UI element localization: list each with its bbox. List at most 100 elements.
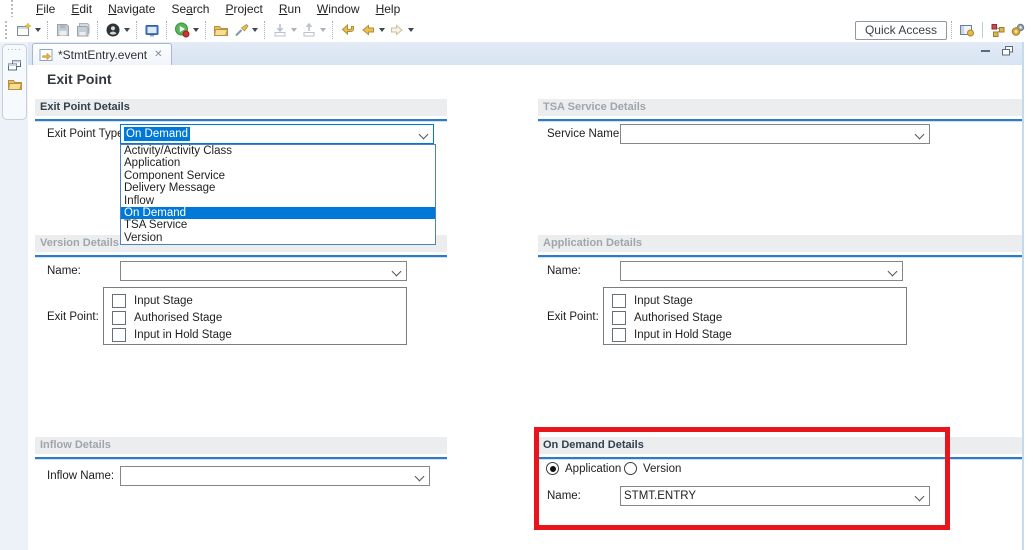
forward-button[interactable] — [387, 19, 416, 41]
menu-project[interactable]: Project — [225, 2, 262, 16]
name-label: Name: — [547, 265, 581, 277]
left-view-rail: ···· — [0, 42, 29, 550]
input-stage-checkbox[interactable] — [112, 294, 126, 308]
input-in-hold-stage-checkbox[interactable] — [112, 328, 126, 342]
dropdown-option-selected[interactable]: On Demand — [121, 207, 435, 219]
open-perspective-button[interactable] — [957, 19, 977, 41]
section-exit-point-details: Exit Point Details Exit Point Type: On D… — [35, 99, 447, 122]
maximize-icon[interactable] — [1002, 46, 1014, 56]
menu-help[interactable]: Help — [376, 2, 401, 16]
exit-point-type-dropdown-list: Activity/Activity Class Application Comp… — [120, 144, 436, 245]
import-icon — [272, 22, 288, 38]
authorised-stage-checkbox[interactable] — [612, 311, 626, 325]
section-separator — [538, 119, 1022, 122]
version-radio[interactable] — [624, 462, 637, 475]
exit-point-label: Exit Point: — [547, 311, 599, 323]
save-button[interactable] — [53, 19, 73, 41]
menu-file[interactable]: File — [36, 2, 55, 16]
section-header: On Demand Details — [538, 437, 1022, 454]
import-button[interactable] — [270, 19, 299, 41]
input-in-hold-stage-checkbox[interactable] — [612, 328, 626, 342]
user-button[interactable] — [103, 19, 132, 41]
chevron-down-icon — [320, 28, 326, 32]
save-all-button[interactable] — [73, 19, 93, 41]
tab-stmtentry-event[interactable]: *StmtEntry.event ✕ — [32, 43, 172, 66]
back-button[interactable] — [358, 19, 387, 41]
chevron-down-icon — [915, 130, 925, 140]
application-exit-point-group: Input Stage Authorised Stage Input in Ho… — [603, 287, 907, 345]
toolbar-drag-handle — [11, 0, 17, 18]
dropdown-option[interactable]: Activity/Activity Class — [121, 145, 435, 157]
eclipse-window: File Edit Navigate Search Project Run Wi… — [0, 0, 1033, 550]
minimized-view-bar: ···· — [2, 44, 27, 120]
chevron-down-icon — [35, 28, 41, 32]
run-icon — [174, 22, 190, 38]
version-name-combo[interactable] — [120, 261, 407, 281]
editor-tab-strip: *StmtEntry.event ✕ — [28, 42, 1024, 65]
chevron-down-icon — [291, 28, 297, 32]
close-icon[interactable]: ✕ — [152, 49, 164, 61]
application-radio[interactable] — [546, 462, 559, 475]
rail-drag-handle[interactable]: ···· — [7, 47, 22, 53]
inflow-name-label: Inflow Name: — [47, 470, 114, 482]
menu-window[interactable]: Window — [317, 2, 360, 16]
toolbar-right-group: Quick Access — [855, 19, 1028, 41]
menu-edit[interactable]: Edit — [71, 2, 92, 16]
back-curved-arrow-icon — [340, 22, 356, 38]
dropdown-option[interactable]: Component Service — [121, 170, 435, 182]
dropdown-option[interactable]: Inflow — [121, 195, 435, 207]
open-folder-icon — [213, 22, 229, 38]
export-button[interactable] — [299, 19, 328, 41]
toolbar-drag-handle — [5, 21, 11, 39]
exit-point-label: Exit Point: — [47, 311, 99, 323]
tab-label: *StmtEntry.event — [58, 48, 147, 62]
application-radio-option[interactable]: Application — [546, 462, 621, 475]
exit-point-editor: Exit Point Exit Point Details Exit Point… — [28, 65, 1022, 550]
chevron-down-icon — [392, 267, 402, 277]
gears-perspective-icon — [1010, 22, 1026, 38]
save-icon — [55, 22, 71, 38]
inflow-name-combo[interactable] — [120, 466, 430, 486]
on-demand-name-combo[interactable]: STMT.ENTRY — [620, 486, 930, 506]
chevron-down-icon — [252, 28, 258, 32]
event-file-icon — [39, 48, 53, 62]
brush-button[interactable] — [231, 19, 260, 41]
new-wizard-icon — [16, 22, 32, 38]
quick-access-button[interactable]: Quick Access — [855, 21, 947, 40]
user-icon — [105, 22, 121, 38]
section-header: Application Details — [538, 235, 1022, 252]
section-header: Exit Point Details — [35, 99, 447, 116]
dropdown-option[interactable]: Version — [121, 232, 435, 244]
menu-bar: File Edit Navigate Search Project Run Wi… — [0, 0, 1033, 17]
open-folder-button[interactable] — [211, 19, 231, 41]
last-edit-location-button[interactable] — [338, 19, 358, 41]
authorised-stage-checkbox[interactable] — [112, 311, 126, 325]
menu-navigate[interactable]: Navigate — [108, 2, 155, 16]
menu-search[interactable]: Search — [171, 2, 209, 16]
new-wizard-button[interactable] — [14, 19, 43, 41]
console-button[interactable] — [142, 19, 162, 41]
page-title: Exit Point — [47, 71, 112, 87]
chevron-down-icon — [379, 28, 385, 32]
exit-point-type-combo[interactable]: On Demand — [120, 124, 434, 144]
chevron-down-icon — [915, 492, 925, 502]
minimize-icon[interactable] — [981, 47, 992, 56]
run-button[interactable] — [172, 19, 201, 41]
menu-run[interactable]: Run — [279, 2, 301, 16]
service-name-combo[interactable] — [620, 124, 930, 144]
version-radio-option[interactable]: Version — [624, 462, 681, 475]
section-header: TSA Service Details — [538, 99, 1022, 116]
open-folder-view-button[interactable] — [7, 78, 23, 92]
dropdown-option[interactable]: TSA Service — [121, 219, 435, 231]
perspective-nodes-button[interactable] — [988, 19, 1008, 41]
dropdown-option[interactable]: Application — [121, 157, 435, 169]
input-stage-checkbox[interactable] — [612, 294, 626, 308]
perspective-gears-button[interactable] — [1008, 19, 1028, 41]
chevron-down-icon — [193, 28, 199, 32]
dropdown-option[interactable]: Delivery Message — [121, 182, 435, 194]
service-name-label: Service Name : — [547, 128, 626, 140]
section-on-demand-details: On Demand Details Application Version Na… — [538, 437, 1022, 460]
restore-editor-button[interactable] — [7, 59, 22, 72]
chevron-down-icon — [408, 28, 414, 32]
application-name-combo[interactable] — [620, 261, 903, 281]
